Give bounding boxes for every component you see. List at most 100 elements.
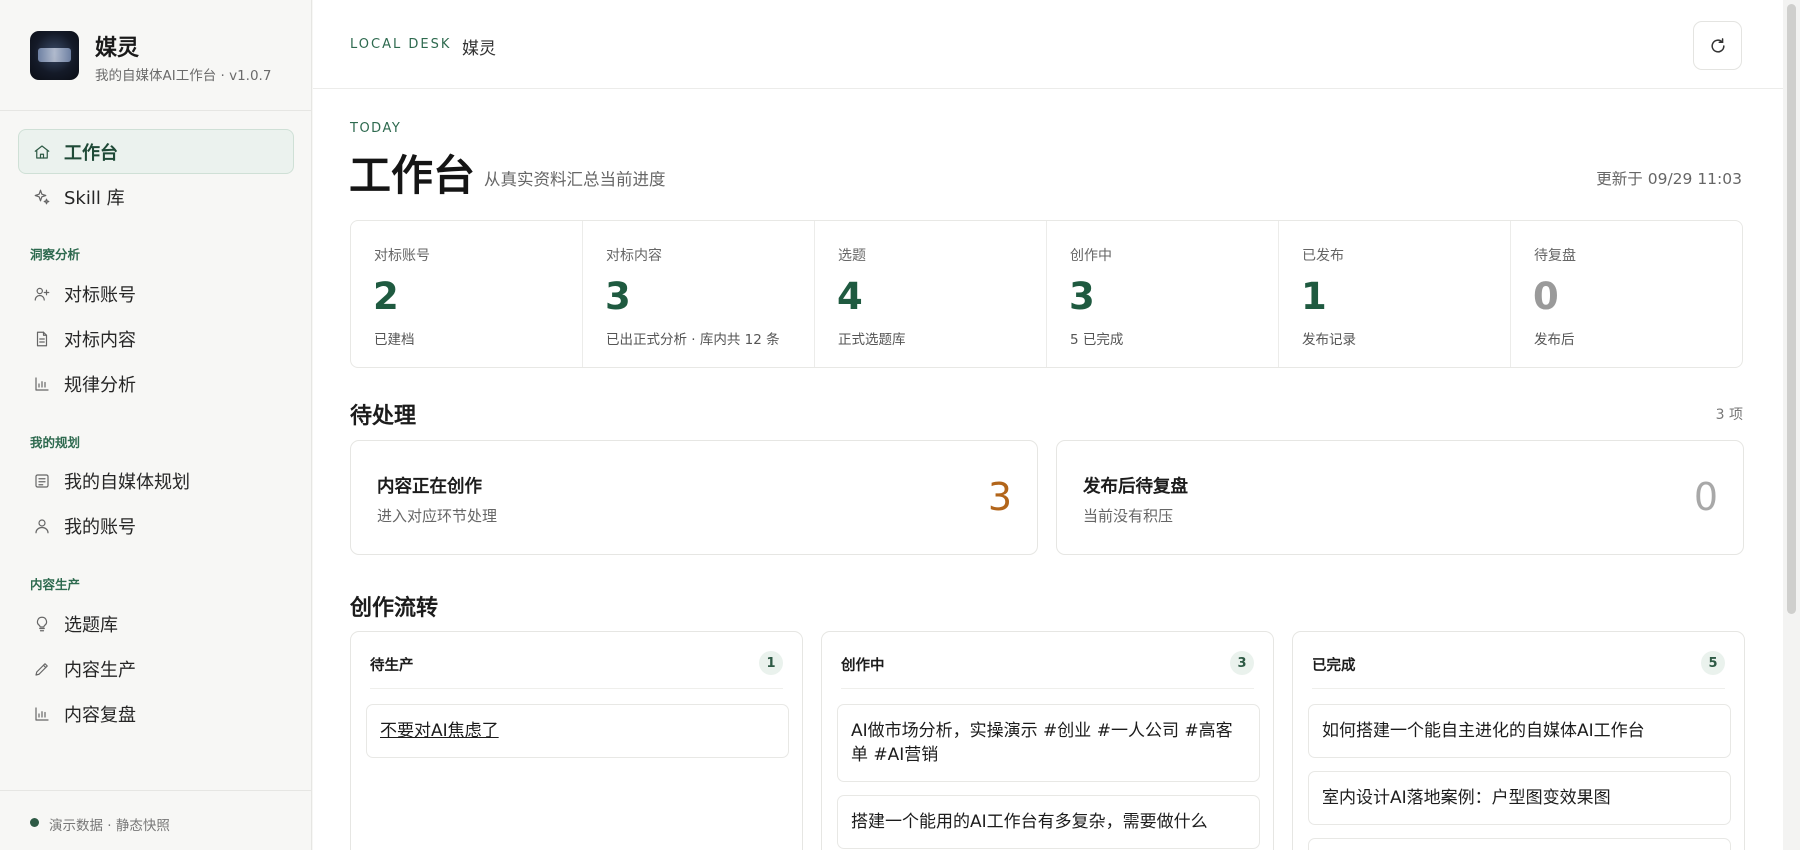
stat-label: 对标账号: [374, 248, 430, 264]
stat-value: 4: [837, 275, 863, 318]
scrollbar-thumb[interactable]: [1787, 4, 1796, 614]
page-title: 工作台: [349, 151, 476, 200]
stat-value: 0: [1533, 275, 1559, 318]
section-label-production: 内容生产: [30, 577, 81, 592]
sidebar: 媒灵 我的自媒体AI工作台 · v1.0.7 工作台 Skill 库 洞察分析 …: [0, 0, 312, 850]
flow-section-title: 创作流转: [350, 596, 439, 621]
nav-item-benchmark-accounts[interactable]: 对标账号: [18, 271, 294, 316]
stat-value: 3: [1069, 275, 1095, 318]
status-dot-icon: [30, 818, 39, 827]
main-content: LOCAL DESK 媒灵 TODAY 工作台 从真实资料汇总当前进度 更新于 …: [313, 0, 1783, 850]
column-count-badge: 3: [1230, 651, 1254, 675]
stat-note: 发布记录: [1302, 332, 1356, 348]
stat-note: 5 已完成: [1070, 332, 1124, 348]
stats-panel: 对标账号 2 已建档 对标内容 3 已出正式分析 · 库内共 12 条 选题 4…: [350, 220, 1743, 368]
pending-card-value: 0: [1693, 475, 1718, 519]
nav-item-label: 内容复盘: [64, 704, 136, 726]
section-label-plan: 我的规划: [30, 435, 81, 450]
flow-card[interactable]: 如何搭建一个能自主进化的自媒体AI工作台: [1308, 704, 1731, 758]
stat-published[interactable]: 已发布 1 发布记录: [1279, 221, 1511, 367]
flow-card[interactable]: 室内设计AI落地案例：户型图变效果图: [1308, 771, 1731, 825]
pending-card-review[interactable]: 发布后待复盘 当前没有积压 0: [1056, 440, 1744, 555]
pending-card-subtitle: 当前没有积压: [1083, 507, 1174, 525]
nav-item-label: 对标内容: [64, 329, 136, 351]
stat-note: 已出正式分析 · 库内共 12 条: [606, 332, 780, 348]
stat-benchmark-accounts[interactable]: 对标账号 2 已建档: [351, 221, 583, 367]
app-logo: [30, 31, 79, 80]
flow-column-in-progress: 创作中 3 AI做市场分析，实操演示 #创业 #一人公司 #高客单 #AI营销 …: [821, 631, 1274, 850]
topbar-title: 媒灵: [462, 39, 496, 59]
nav-item-label: 选题库: [64, 614, 118, 636]
pending-card-title: 发布后待复盘: [1083, 477, 1188, 497]
nav-item-content-production[interactable]: 内容生产: [18, 646, 294, 691]
nav-item-label: 我的账号: [64, 516, 136, 538]
nav-item-media-plan[interactable]: 我的自媒体规划: [18, 458, 294, 503]
stat-value: 1: [1301, 275, 1327, 318]
pending-card-in-progress[interactable]: 内容正在创作 进入对应环节处理 3: [350, 440, 1038, 555]
stat-benchmark-content[interactable]: 对标内容 3 已出正式分析 · 库内共 12 条: [583, 221, 815, 367]
stat-to-review[interactable]: 待复盘 0 发布后: [1511, 221, 1742, 367]
stat-note: 已建档: [374, 332, 415, 348]
sparkle-icon: [32, 187, 52, 207]
nav-item-skills[interactable]: Skill 库: [18, 174, 294, 219]
stat-value: 2: [373, 275, 399, 318]
bar-chart-icon: [32, 374, 52, 394]
flow-card-partial[interactable]: [1308, 838, 1731, 850]
user-plus-icon: [32, 284, 52, 304]
pending-card-value: 3: [987, 475, 1012, 519]
brand-name: 媒灵: [95, 36, 140, 61]
topbar-kicker: LOCAL DESK: [350, 37, 452, 52]
today-label: TODAY: [350, 121, 402, 136]
stat-label: 选题: [838, 248, 866, 264]
lightbulb-icon: [32, 614, 52, 634]
pending-card-title: 内容正在创作: [377, 477, 482, 497]
nav-item-label: 我的自媒体规划: [64, 471, 190, 493]
stat-label: 对标内容: [606, 248, 662, 264]
flow-column-todo: 待生产 1 不要对AI焦虑了: [350, 631, 803, 850]
updated-timestamp: 更新于 09/29 11:03: [1596, 170, 1742, 188]
nav-item-topic-library[interactable]: 选题库: [18, 601, 294, 646]
page-subtitle: 从真实资料汇总当前进度: [484, 170, 666, 189]
pending-count: 3 项: [1715, 407, 1743, 423]
stat-label: 已发布: [1302, 248, 1344, 264]
nav-item-label: 规律分析: [64, 374, 136, 396]
nav-item-content-review[interactable]: 内容复盘: [18, 691, 294, 736]
flow-card[interactable]: AI做市场分析，实操演示 #创业 #一人公司 #高客单 #AI营销: [837, 704, 1260, 782]
stat-label: 创作中: [1070, 248, 1112, 264]
nav-item-label: Skill 库: [64, 187, 125, 209]
footer-status: 演示数据 · 静态快照: [49, 818, 170, 834]
stat-value: 3: [605, 275, 631, 318]
column-title: 待生产: [370, 658, 414, 674]
bar-chart-icon: [32, 704, 52, 724]
user-icon: [32, 516, 52, 536]
home-icon: [32, 142, 52, 162]
topbar: LOCAL DESK 媒灵: [313, 0, 1783, 89]
nav-item-pattern-analysis[interactable]: 规律分析: [18, 361, 294, 406]
nav-item-workbench[interactable]: 工作台: [18, 129, 294, 174]
flow-card[interactable]: 不要对AI焦虑了: [366, 704, 789, 758]
refresh-button[interactable]: [1693, 21, 1742, 70]
flow-column-done: 已完成 5 如何搭建一个能自主进化的自媒体AI工作台 室内设计AI落地案例：户型…: [1292, 631, 1745, 850]
column-count-badge: 1: [759, 651, 783, 675]
column-title: 已完成: [1312, 658, 1356, 674]
nav-item-benchmark-content[interactable]: 对标内容: [18, 316, 294, 361]
stat-in-progress[interactable]: 创作中 3 5 已完成: [1047, 221, 1279, 367]
pending-card-subtitle: 进入对应环节处理: [377, 507, 498, 525]
brand-subtitle: 我的自媒体AI工作台 · v1.0.7: [95, 68, 272, 84]
section-label-insight: 洞察分析: [30, 247, 81, 262]
nav-item-label: 内容生产: [64, 659, 136, 681]
stat-topics[interactable]: 选题 4 正式选题库: [815, 221, 1047, 367]
flow-card[interactable]: 搭建一个能用的AI工作台有多复杂，需要做什么: [837, 795, 1260, 849]
stat-note: 正式选题库: [838, 332, 906, 348]
sidebar-footer: 演示数据 · 静态快照: [0, 790, 311, 850]
nav-item-my-accounts[interactable]: 我的账号: [18, 503, 294, 548]
document-icon: [32, 329, 52, 349]
brand-header: 媒灵 我的自媒体AI工作台 · v1.0.7: [0, 0, 311, 111]
nav-item-label: 对标账号: [64, 284, 136, 306]
column-title: 创作中: [841, 658, 885, 674]
column-count-badge: 5: [1701, 651, 1725, 675]
scrollbar[interactable]: [1783, 0, 1800, 850]
pending-section-title: 待处理: [350, 404, 417, 429]
pencil-icon: [32, 659, 52, 679]
stat-label: 待复盘: [1534, 248, 1576, 264]
